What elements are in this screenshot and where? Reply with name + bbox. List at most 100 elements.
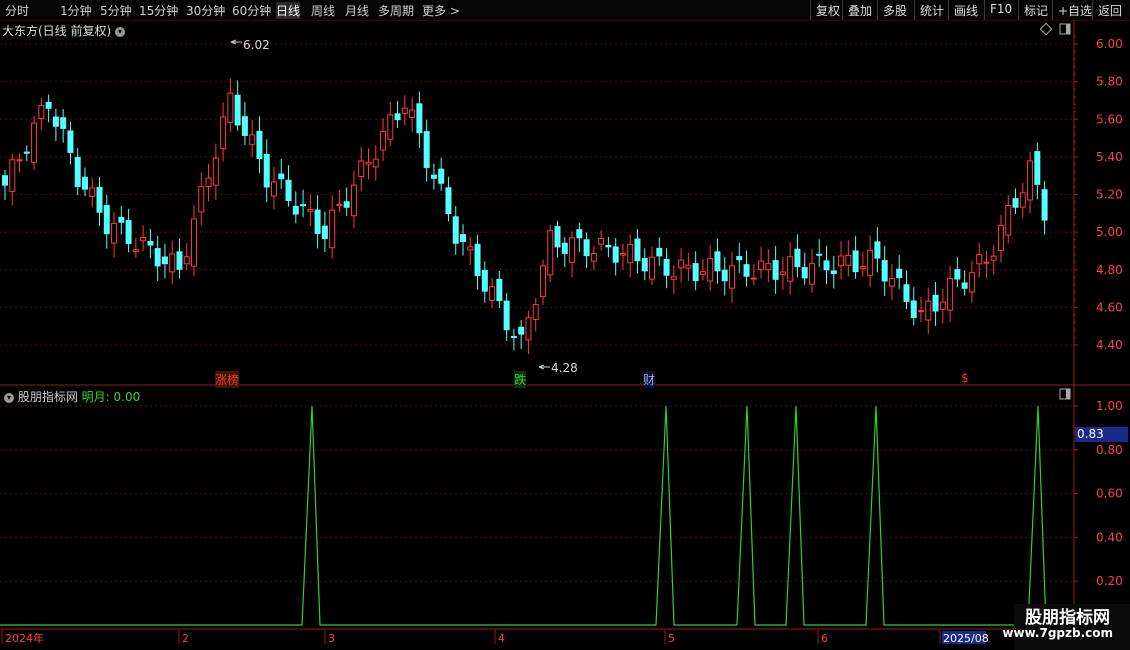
indicator-title: ▾ 股朋指标网 明月: 0.00 <box>4 388 140 405</box>
candle-body <box>329 209 336 249</box>
candle-body <box>96 186 103 213</box>
marker-limit-up-list[interactable]: 涨榜 <box>215 371 240 388</box>
candle-body <box>198 186 205 213</box>
candle-body <box>1005 205 1012 236</box>
candle-body <box>736 256 743 261</box>
panel-toggle-icon[interactable] <box>1059 23 1071 35</box>
indicator-dropdown-icon[interactable]: ▾ <box>4 392 14 403</box>
candle-body <box>976 254 983 265</box>
candle-body <box>656 247 663 257</box>
candle-body <box>467 246 474 251</box>
candle-body <box>16 159 23 162</box>
candle-body <box>1041 189 1048 221</box>
candle-body <box>140 237 147 242</box>
price-tick-label: 5.00 <box>1096 225 1123 239</box>
candle-body <box>510 335 517 338</box>
candle-body <box>169 253 176 273</box>
watermark-title: 股朋指标网 <box>1025 608 1110 628</box>
candle-body <box>300 204 307 207</box>
high-price-label: 6.02 <box>243 38 270 52</box>
candle-body <box>808 263 815 285</box>
indicator-name: 股朋指标网 <box>17 390 78 404</box>
candle-body <box>678 259 685 269</box>
marker-dollar[interactable]: $ <box>961 371 969 385</box>
x-tick-label: 4 <box>498 632 505 645</box>
candle-body <box>358 160 365 177</box>
candle-body <box>423 131 430 168</box>
candle-body <box>241 116 248 136</box>
candle-body <box>997 225 1004 252</box>
candle-body <box>910 300 917 319</box>
candle-body <box>576 229 583 239</box>
candle-body <box>111 222 118 244</box>
candle-body <box>438 168 445 184</box>
indicator-tick-label: 0.80 <box>1096 443 1123 457</box>
dropdown-icon[interactable]: ▾ <box>115 26 126 37</box>
candle-body <box>918 310 925 313</box>
candle-body <box>103 205 110 235</box>
diamond-icon[interactable] <box>1039 22 1053 36</box>
candle-body <box>445 187 452 215</box>
candle-body <box>925 300 932 321</box>
candle-body <box>685 264 692 269</box>
indicator-panel-toggle-icon[interactable] <box>1059 388 1071 400</box>
candle-body <box>692 263 699 282</box>
candle-body <box>23 151 30 154</box>
candle-body <box>45 101 52 109</box>
candle-body <box>779 271 786 276</box>
candle-body <box>372 158 379 168</box>
candle-body <box>590 253 597 262</box>
candle-body <box>765 263 772 271</box>
candle-body <box>430 174 437 179</box>
candle-body <box>74 156 81 188</box>
candle-body <box>968 272 975 293</box>
candle-body <box>641 258 648 272</box>
candle-body <box>961 282 968 289</box>
candle-body <box>939 301 946 310</box>
candle-body <box>496 278 503 302</box>
candle-body <box>314 209 321 235</box>
candle-body <box>1027 160 1034 201</box>
candle-body <box>176 251 183 270</box>
candle-body <box>583 239 590 257</box>
candle-body <box>118 217 125 223</box>
low-annotation <box>538 364 550 370</box>
candles <box>2 78 1048 355</box>
candle-body <box>38 105 45 120</box>
indicator-tick-label: 1.00 <box>1096 399 1123 413</box>
indicator-tick-label: 0.20 <box>1096 574 1123 588</box>
kline-chart[interactable]: 6.00 5.80 5.60 5.40 5.20 5.00 4.80 4.60 4.40 1.00… <box>0 0 1130 650</box>
x-tick-label: 2024年 <box>5 631 44 645</box>
candle-body <box>612 246 619 263</box>
candle-body <box>532 304 539 320</box>
candle-body <box>503 300 510 331</box>
candle-body <box>561 242 568 254</box>
candle-body <box>307 208 314 212</box>
price-tick-label: 6.00 <box>1096 37 1123 51</box>
marker-drop[interactable]: 跌 <box>514 371 527 388</box>
candle-body <box>823 260 830 271</box>
candle-body <box>452 216 459 244</box>
candle-body <box>670 276 677 280</box>
candle-body <box>489 286 496 301</box>
candle-body <box>649 256 656 280</box>
candle-body <box>888 278 895 287</box>
candle-body <box>191 218 198 267</box>
stock-title-text: 大东方(日线 前复权) <box>2 24 112 38</box>
candle-body <box>801 267 808 279</box>
candle-body <box>845 254 852 266</box>
candle-body <box>729 265 735 289</box>
marker-finance[interactable]: 财 <box>643 371 656 388</box>
price-tick-label: 5.40 <box>1096 150 1123 164</box>
candle-body <box>1012 198 1019 208</box>
x-axis-labels: 2024年 2 3 4 5 6 2025/08 <box>1 630 989 645</box>
candle-body <box>772 260 779 280</box>
candle-body <box>350 184 357 217</box>
candle-body <box>699 271 706 276</box>
candle-body <box>321 225 328 239</box>
candle-body <box>343 201 350 208</box>
x-tick-label: 6 <box>821 632 828 645</box>
candle-body <box>52 116 59 127</box>
candle-body <box>859 266 866 269</box>
candle-body <box>932 294 939 312</box>
